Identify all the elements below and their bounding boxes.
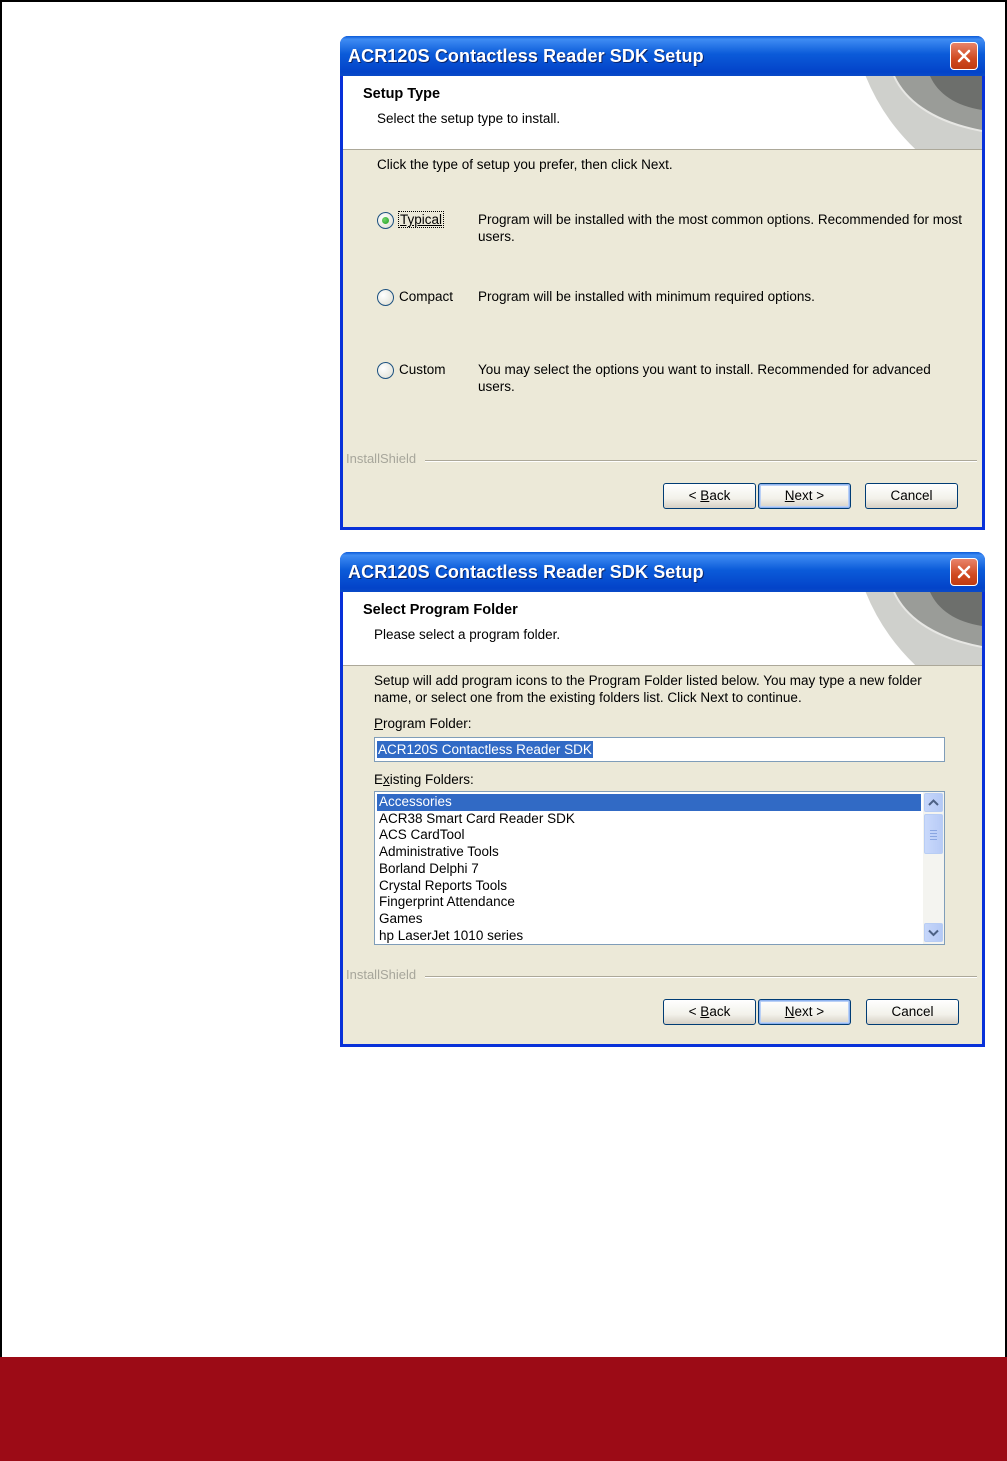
list-item[interactable]: Accessories [377, 794, 921, 811]
title-bar[interactable]: ACR120S Contactless Reader SDK Setup [340, 552, 985, 592]
arrow-down-icon [928, 929, 939, 937]
typical-description: Program will be installed with the most … [478, 212, 962, 244]
program-folder-input[interactable]: ACR120S Contactless Reader SDK [374, 737, 945, 762]
header-subtitle: Select the setup type to install. [377, 111, 561, 126]
installshield-brand: InstallShield [346, 451, 417, 466]
list-item[interactable]: Borland Delphi 7 [377, 861, 921, 878]
option-compact[interactable]: Compact Program will be installed with m… [377, 288, 977, 328]
typical-radio[interactable] [377, 212, 394, 229]
compact-label[interactable]: Compact [399, 289, 453, 304]
installshield-page-curl-icon [862, 592, 982, 665]
option-custom[interactable]: Custom You may select the options you wa… [377, 361, 977, 401]
scroll-up-button[interactable] [924, 793, 943, 812]
dialog-header: Setup Type Select the setup type to inst… [343, 76, 982, 150]
footer-divider [425, 976, 977, 978]
typical-label[interactable]: Typical [397, 211, 445, 228]
list-item[interactable]: Crystal Reports Tools [377, 878, 921, 895]
list-item[interactable]: hp LaserJet 1010 series [377, 928, 921, 944]
window-title: ACR120S Contactless Reader SDK Setup [348, 562, 704, 582]
setup-type-intro: Click the type of setup you prefer, then… [377, 157, 673, 172]
existing-folders-label: Existing Folders: [374, 772, 474, 787]
vertical-scrollbar[interactable] [923, 792, 944, 944]
option-typical[interactable]: Typical Program will be installed with t… [377, 211, 977, 251]
program-folder-label: Program Folder: [374, 716, 472, 731]
radio-selected-dot [382, 217, 389, 224]
list-item[interactable]: ACR38 Smart Card Reader SDK [377, 811, 921, 828]
header-subtitle: Please select a program folder. [374, 627, 561, 642]
installshield-page-curl-icon [862, 76, 982, 149]
back-button[interactable]: < Back [663, 483, 756, 509]
scroll-down-button[interactable] [924, 923, 943, 942]
page-footer-bar [0, 1357, 1007, 1461]
compact-radio[interactable] [377, 289, 394, 306]
custom-radio[interactable] [377, 362, 394, 379]
existing-folders-list[interactable]: Accessories ACR38 Smart Card Reader SDK … [374, 791, 945, 945]
back-button[interactable]: < Back [663, 999, 756, 1025]
list-item[interactable]: ACS CardTool [377, 827, 921, 844]
header-title: Setup Type [363, 86, 441, 102]
arrow-up-icon [928, 799, 939, 806]
scroll-thumb[interactable] [924, 814, 943, 854]
custom-label[interactable]: Custom [399, 362, 446, 377]
cancel-button[interactable]: Cancel [866, 999, 959, 1025]
program-folder-value: ACR120S Contactless Reader SDK [377, 741, 593, 758]
setup-type-dialog: ACR120S Contactless Reader SDK Setup Set… [340, 36, 985, 530]
next-button[interactable]: Next > [758, 999, 851, 1025]
window-title: ACR120S Contactless Reader SDK Setup [348, 46, 704, 66]
program-folder-intro: Setup will add program icons to the Prog… [374, 673, 922, 705]
footer-divider [425, 460, 977, 462]
list-item[interactable]: Fingerprint Attendance [377, 894, 921, 911]
close-button[interactable] [950, 42, 978, 70]
title-bar[interactable]: ACR120S Contactless Reader SDK Setup [340, 36, 985, 76]
list-item[interactable]: Games [377, 911, 921, 928]
next-button[interactable]: Next > [758, 483, 851, 509]
dialog-header: Select Program Folder Please select a pr… [343, 592, 982, 666]
close-icon [957, 49, 971, 63]
compact-description: Program will be installed with minimum r… [478, 289, 815, 304]
installshield-brand: InstallShield [346, 967, 417, 982]
cancel-button[interactable]: Cancel [865, 483, 958, 509]
custom-description: You may select the options you want to i… [478, 362, 931, 394]
close-icon [957, 565, 971, 579]
header-title: Select Program Folder [363, 602, 518, 618]
list-item[interactable]: Administrative Tools [377, 844, 921, 861]
close-button[interactable] [950, 558, 978, 586]
